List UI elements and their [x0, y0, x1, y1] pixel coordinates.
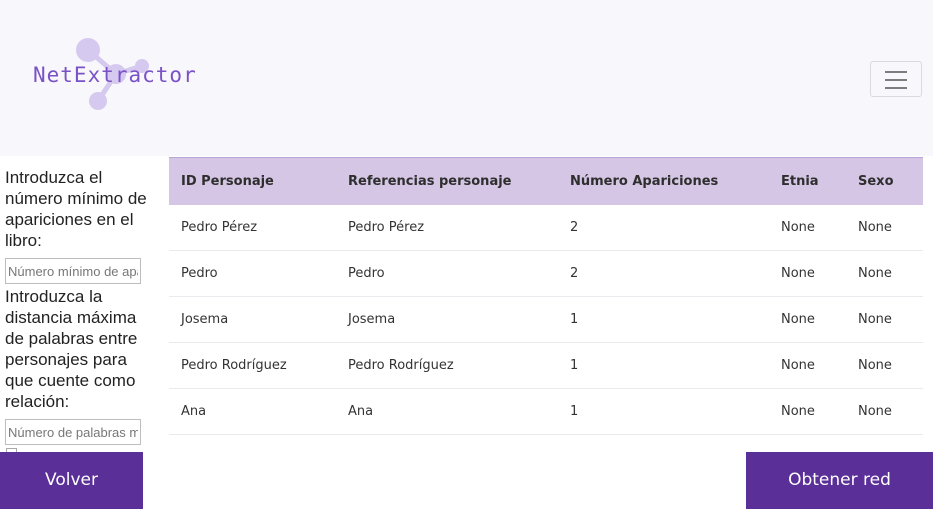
table-cell: None: [769, 388, 846, 435]
top-navbar: NetExtractor: [0, 0, 933, 156]
netextractor-logo[interactable]: NetExtractor: [30, 36, 200, 116]
table-cell: Ana: [169, 388, 336, 435]
table-cell: Pedro: [336, 250, 558, 297]
table-cell: Pedro Rodríguez: [336, 342, 558, 389]
max-distance-input[interactable]: [5, 419, 141, 445]
table-cell: Pedro: [169, 250, 336, 297]
column-header: ID Personaje: [169, 157, 336, 205]
table-header-row: ID Personaje Referencias personaje Númer…: [169, 157, 923, 205]
table-cell: Josema: [169, 296, 336, 343]
table-row: Ana Ana 1 None None: [169, 388, 923, 435]
table-cell: None: [769, 342, 846, 389]
table-cell: Pedro Rodríguez: [169, 342, 336, 389]
characters-table-container: ID Personaje Referencias personaje Númer…: [169, 157, 923, 435]
hamburger-icon: [885, 71, 907, 73]
table-row: Pedro Pérez Pedro Pérez 2 None None: [169, 204, 923, 251]
table-cell: 2: [558, 250, 769, 297]
min-appearances-label: Introduzca el número mínimo de aparicion…: [5, 168, 147, 250]
table-cell: None: [846, 342, 923, 389]
table-cell: None: [769, 204, 846, 251]
table-cell: 1: [558, 388, 769, 435]
table-cell: Ana: [336, 388, 558, 435]
table-cell: None: [846, 296, 923, 343]
min-appearances-input[interactable]: [5, 258, 141, 284]
table-cell: 1: [558, 342, 769, 389]
column-header: Referencias personaje: [336, 157, 558, 205]
back-button[interactable]: Volver: [0, 452, 143, 509]
logo-text: NetExtractor: [33, 63, 197, 87]
table-row: Pedro Rodríguez Pedro Rodríguez 1 None N…: [169, 342, 923, 389]
table-row: Josema Josema 1 None None: [169, 296, 923, 343]
table-cell: 1: [558, 296, 769, 343]
table-cell: Josema: [336, 296, 558, 343]
characters-table: ID Personaje Referencias personaje Númer…: [169, 157, 923, 435]
column-header: Sexo: [846, 157, 923, 205]
table-cell: None: [846, 250, 923, 297]
table-cell: None: [769, 250, 846, 297]
menu-toggle-button[interactable]: [870, 61, 922, 97]
table-cell: Pedro Pérez: [169, 204, 336, 251]
get-network-button[interactable]: Obtener red: [746, 452, 933, 509]
column-header: Etnia: [769, 157, 846, 205]
table-row: Pedro Pedro 2 None None: [169, 250, 923, 297]
table-cell: 2: [558, 204, 769, 251]
table-cell: Pedro Pérez: [336, 204, 558, 251]
table-cell: None: [846, 204, 923, 251]
table-cell: None: [846, 388, 923, 435]
column-header: Número Apariciones: [558, 157, 769, 205]
max-distance-label: Introduzca la distancia máxima de palabr…: [5, 287, 138, 411]
table-cell: None: [769, 296, 846, 343]
